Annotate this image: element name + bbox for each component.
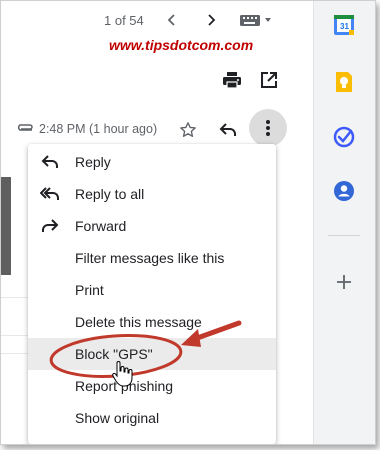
- calendar-app-button[interactable]: 31: [330, 11, 358, 39]
- contacts-app-button[interactable]: [330, 177, 358, 205]
- side-panel-divider: [328, 235, 360, 236]
- tasks-app-button[interactable]: [330, 123, 358, 151]
- add-icon: [337, 275, 351, 289]
- hand-pointer-cursor: [112, 361, 133, 387]
- calendar-day: 31: [340, 22, 349, 31]
- contacts-icon: [334, 181, 354, 201]
- highlight-ellipse: [49, 334, 183, 378]
- message-pane: 1 of 54 www.tipsdotcom.com 2:48 PM (1 ho…: [1, 1, 313, 444]
- keep-app-button[interactable]: [330, 68, 358, 96]
- annotation-arrowhead: [181, 329, 201, 347]
- tasks-icon: [333, 126, 355, 148]
- window-frame: 1 of 54 www.tipsdotcom.com 2:48 PM (1 ho…: [0, 0, 376, 445]
- annotation-overlay: [49, 320, 242, 387]
- side-panel: 31: [313, 1, 375, 444]
- get-addons-button[interactable]: [330, 268, 358, 296]
- keep-icon: [336, 72, 352, 92]
